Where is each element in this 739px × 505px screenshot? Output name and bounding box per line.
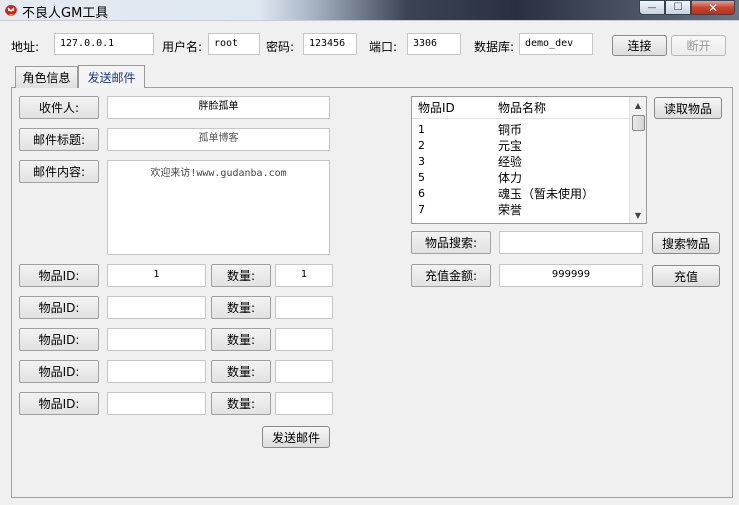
vertical-scrollbar[interactable]: ▲ ▼	[629, 97, 646, 223]
list-item[interactable]: 7 荣誉	[412, 202, 630, 218]
list-item[interactable]: 1 铜币	[412, 122, 630, 138]
column-header-name[interactable]: 物品名称	[492, 97, 630, 118]
disconnect-button[interactable]: 断开	[671, 35, 726, 56]
item-id-input[interactable]	[107, 328, 206, 351]
quantity-input[interactable]	[275, 360, 333, 383]
list-item-id: 7	[418, 203, 425, 216]
list-item-id: 5	[418, 171, 425, 184]
content-textarea[interactable]: 欢迎来访!www.gudanba.com	[107, 160, 330, 255]
port-input[interactable]: 3306	[407, 33, 461, 55]
item-id-label: 物品ID:	[19, 328, 99, 351]
list-item[interactable]: 2 元宝	[412, 138, 630, 154]
list-item[interactable]: 5 体力	[412, 170, 630, 186]
database-label: 数据库:	[474, 40, 515, 54]
quantity-input[interactable]	[275, 392, 333, 415]
item-id-label: 物品ID:	[19, 392, 99, 415]
item-id-input[interactable]	[107, 296, 206, 319]
connect-button[interactable]: 连接	[612, 35, 667, 56]
quantity-input[interactable]: 1	[275, 264, 333, 287]
send-mail-button[interactable]: 发送邮件	[262, 426, 330, 448]
frame-divider	[0, 20, 739, 21]
username-label: 用户名:	[162, 40, 203, 54]
list-item-name: 铜币	[498, 123, 523, 137]
column-header-id[interactable]: 物品ID	[412, 97, 492, 118]
quantity-label: 数量:	[211, 392, 271, 415]
quantity-label: 数量:	[211, 264, 271, 287]
list-header: 物品ID 物品名称	[412, 97, 630, 119]
scroll-thumb[interactable]	[632, 115, 645, 131]
item-id-input[interactable]	[107, 392, 206, 415]
quantity-label: 数量:	[211, 296, 271, 319]
item-id-input[interactable]	[107, 360, 206, 383]
list-item[interactable]: 3 经验	[412, 154, 630, 170]
list-item-id: 2	[418, 139, 425, 152]
list-item-id: 1	[418, 123, 425, 136]
title-bar: 不良人GM工具 — ☐ ✕	[0, 0, 739, 21]
maximize-button[interactable]: ☐	[665, 0, 691, 15]
window-title: 不良人GM工具	[22, 6, 109, 21]
recharge-amount-input[interactable]: 999999	[499, 264, 643, 287]
quantity-label: 数量:	[211, 328, 271, 351]
search-items-button[interactable]: 搜索物品	[652, 232, 720, 254]
item-search-label: 物品搜索:	[411, 231, 491, 254]
item-id-label: 物品ID:	[19, 296, 99, 319]
item-id-label: 物品ID:	[19, 360, 99, 383]
content-label: 邮件内容:	[19, 160, 99, 183]
database-input[interactable]: demo_dev	[519, 33, 593, 55]
tab-send-mail[interactable]: 发送邮件	[78, 65, 145, 88]
quantity-input[interactable]	[275, 296, 333, 319]
close-icon: ✕	[707, 0, 719, 15]
red-bird-icon	[5, 5, 17, 16]
list-item-id: 6	[418, 187, 425, 200]
read-items-button[interactable]: 读取物品	[654, 97, 722, 119]
list-item-name: 元宝	[498, 139, 523, 153]
password-label: 密码:	[266, 40, 295, 54]
quantity-input[interactable]	[275, 328, 333, 351]
tab-role-info[interactable]: 角色信息	[15, 66, 78, 88]
password-input[interactable]: 123456	[303, 33, 357, 55]
item-listview[interactable]: 物品ID 物品名称 1 铜币 2 元宝 3 经验 5 体力 6 魂玉（暂未使用） 7 荣誉 …	[411, 96, 647, 224]
list-item-name: 体力	[498, 171, 523, 185]
minimize-icon: —	[647, 2, 657, 13]
username-input[interactable]: root	[208, 33, 260, 55]
maximize-icon: ☐	[673, 2, 683, 13]
list-item-id: 3	[418, 155, 425, 168]
list-item-name: 魂玉（暂未使用）	[498, 187, 595, 201]
minimize-button[interactable]: —	[639, 0, 665, 15]
subject-label: 邮件标题:	[19, 128, 99, 151]
item-id-input[interactable]: 1	[107, 264, 206, 287]
recipient-input[interactable]: 胖脸孤单	[107, 96, 330, 119]
item-id-label: 物品ID:	[19, 264, 99, 287]
item-search-input[interactable]	[499, 231, 643, 254]
subject-input[interactable]: 孤单博客	[107, 128, 330, 151]
recharge-amount-label: 充值金额:	[411, 264, 491, 287]
scroll-up-icon[interactable]: ▲	[630, 97, 646, 113]
list-item[interactable]: 6 魂玉（暂未使用）	[412, 186, 630, 202]
port-label: 端口:	[369, 40, 398, 54]
recipient-label: 收件人:	[19, 96, 99, 119]
close-button[interactable]: ✕	[691, 0, 735, 15]
address-input[interactable]: 127.0.0.1	[54, 33, 154, 55]
list-item-name: 荣誉	[498, 203, 523, 217]
quantity-label: 数量:	[211, 360, 271, 383]
address-label: 地址:	[11, 40, 40, 54]
recharge-button[interactable]: 充值	[652, 265, 720, 287]
scroll-down-icon[interactable]: ▼	[630, 207, 646, 223]
list-item-name: 经验	[498, 155, 523, 169]
